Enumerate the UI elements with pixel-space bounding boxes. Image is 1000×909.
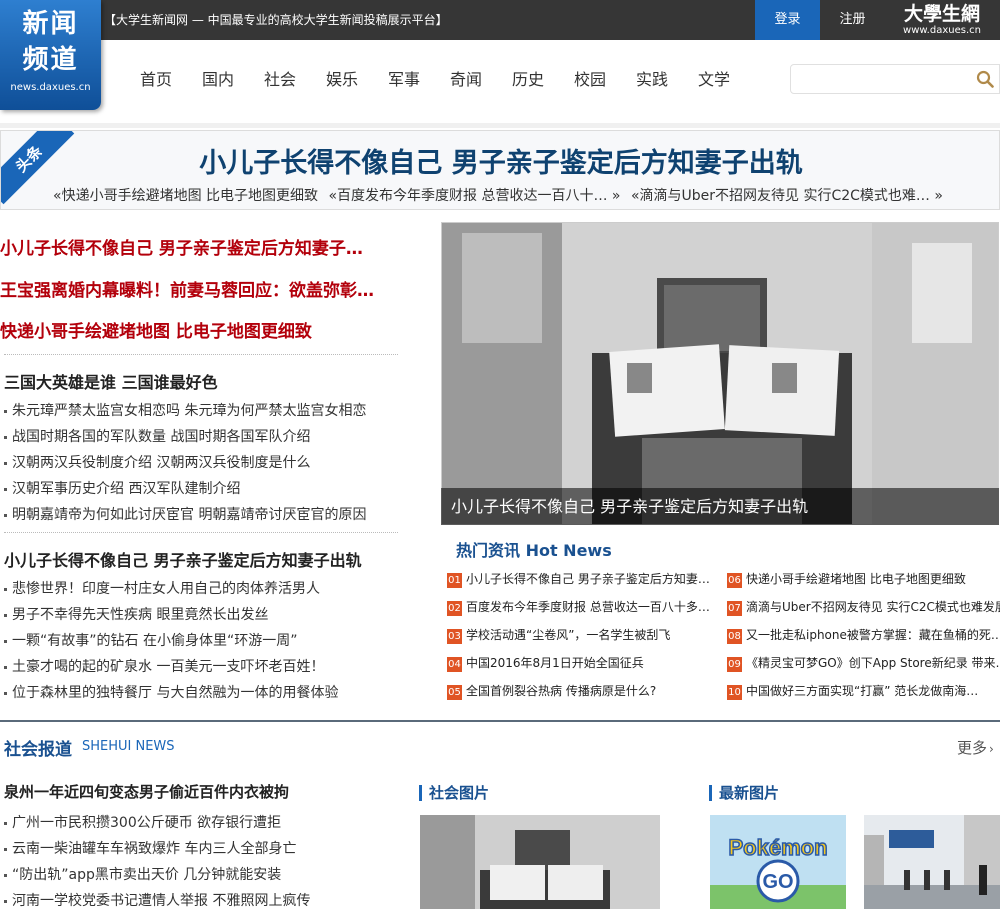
hot-news-item[interactable]: 10 中国做好三方面实现“打赢” 范长龙做南海… [727, 682, 978, 700]
headline-title[interactable]: 小儿子长得不像自己 男子亲子鉴定后方知妻子出轨 [1, 141, 999, 180]
society-pic-thumb[interactable] [420, 815, 660, 909]
featured-link[interactable]: 王宝强离婚内幕曝料！前妻马蓉回应：欲盖弥彰… [0, 276, 374, 301]
featured-photo[interactable] [441, 222, 999, 525]
divider [4, 354, 398, 355]
list-item[interactable]: 土豪才喝的起的矿泉水 一百美元一支吓坏老百姓！ [4, 656, 324, 676]
channel-logo[interactable]: 新闻 频道 news.daxues.cn [0, 0, 101, 110]
svg-text:GO: GO [762, 871, 793, 893]
list-item[interactable]: 位于森林里的独特餐厅 与大自然融为一体的用餐体验 [4, 682, 338, 702]
nav-military[interactable]: 军事 [373, 62, 435, 98]
pokemon-go-logo: Pokémon GO [710, 815, 846, 909]
pokemon-go-thumb[interactable]: Pokémon GO [710, 815, 846, 909]
list-item[interactable]: 汉朝两汉兵役制度介绍 汉朝两汉兵役制度是什么 [4, 452, 310, 472]
divider [4, 532, 398, 533]
hot-news-item[interactable]: 04 中国2016年8月1日开始全国征兵 [447, 654, 644, 672]
list-item[interactable]: 河南一学校党委书记遭情人举报 不雅照网上疯传 [4, 890, 310, 909]
list-item[interactable]: 广州一市民积攒300公斤硬币 欲存银行遭拒 [4, 812, 281, 832]
photo-illustration [864, 815, 1000, 909]
nav-oddities[interactable]: 奇闻 [435, 62, 497, 98]
list-item[interactable]: 朱元璋严禁太监宫女相恋吗 朱元璋为何严禁太监宫女相恋 [4, 400, 366, 420]
brand-url: www.daxues.cn [903, 25, 981, 36]
nav-history[interactable]: 历史 [497, 62, 559, 98]
shehui-title[interactable]: 社会报道 [4, 735, 72, 760]
login-button[interactable]: 登录 [755, 0, 820, 40]
photo-illustration [442, 223, 998, 524]
hot-news-item[interactable]: 08 又一批走私iphone被警方掌握：藏在鱼桶的死… [727, 626, 1000, 644]
shehui-title-en: SHEHUI NEWS [82, 739, 175, 754]
list-item[interactable]: 明朝嘉靖帝为何如此讨厌宦官 明朝嘉靖帝讨厌宦官的原因 [4, 504, 366, 524]
register-button[interactable]: 注册 [820, 0, 885, 40]
hot-news-item[interactable]: 01 小儿子长得不像自己 男子亲子鉴定后方知妻… [447, 570, 710, 588]
nav-entertainment[interactable]: 娱乐 [311, 62, 373, 98]
hot-news-item[interactable]: 02 百度发布今年季度财报 总营收达一百八十多… [447, 598, 710, 616]
section-title[interactable]: 三国大英雄是谁 三国谁最好色 [4, 369, 218, 393]
headline-sublink[interactable]: «快递小哥手绘避堵地图 比电子地图更细致 [53, 188, 318, 204]
brand-logo[interactable]: 大學生網 www.daxues.cn [892, 3, 992, 37]
logo-line1: 新闻 [22, 9, 79, 39]
list-item[interactable]: 汉朝军事历史介绍 西汉军队建制介绍 [4, 478, 240, 498]
hot-news-item[interactable]: 09 《精灵宝可梦GO》创下App Store新纪录 带来… [727, 654, 1000, 672]
nav-literature[interactable]: 文学 [683, 62, 745, 98]
headline-banner: 头条 小儿子长得不像自己 男子亲子鉴定后方知妻子出轨 «快递小哥手绘避堵地图 比… [0, 130, 1000, 210]
search-input[interactable] [799, 69, 969, 91]
chevron-right-icon: › [989, 742, 994, 756]
logo-url: news.daxues.cn [10, 82, 91, 93]
headline-sublinks: «快递小哥手绘避堵地图 比电子地图更细致 «百度发布今年季度财报 总营收达一百八… [53, 185, 949, 205]
nav-campus[interactable]: 校园 [559, 62, 621, 98]
nav-society[interactable]: 社会 [249, 62, 311, 98]
list-item[interactable]: 男子不幸得先天性疾病 眼里竟然长出发丝 [4, 604, 268, 624]
photo-caption[interactable]: 小儿子长得不像自己 男子亲子鉴定后方知妻子出轨 [441, 488, 999, 525]
shehui-lead[interactable]: 泉州一年近四旬变态男子偷近百件内衣被拘 [4, 781, 289, 802]
main-nav: 首页 国内 社会 娱乐 军事 奇闻 历史 校园 实践 文学 [125, 62, 745, 98]
search-icon[interactable] [976, 70, 994, 88]
list-item[interactable]: 悲惨世界！印度一村庄女人用自己的肉体养活男人 [4, 578, 320, 598]
logo-line2: 频道 [22, 45, 79, 75]
hot-news-item[interactable]: 07 滴滴与Uber不招网友待见 实行C2C模式也难发展 [727, 598, 1000, 616]
list-item[interactable]: 战国时期各国的军队数量 战国时期各国军队介绍 [4, 426, 310, 446]
hot-news-item[interactable]: 05 全国首例裂谷热病 传播病原是什么? [447, 682, 656, 700]
nav-practice[interactable]: 实践 [621, 62, 683, 98]
search-box [790, 64, 1000, 94]
hot-news-item[interactable]: 03 学校活动遇“尘卷风”，一名学生被刮飞 [447, 626, 670, 644]
list-item[interactable]: “防出轨”app黑市卖出天价 几分钟就能安装 [4, 864, 281, 884]
headline-sublink[interactable]: «百度发布今年季度财报 总营收达一百八十… » [328, 188, 620, 204]
site-tagline: 【大学生新闻网 — 中国最专业的高校大学生新闻投稿展示平台】 [104, 13, 448, 27]
featured-link[interactable]: 快递小哥手绘避堵地图 比电子地图更细致 [0, 317, 312, 342]
hot-news-item[interactable]: 06 快递小哥手绘避堵地图 比电子地图更细致 [727, 570, 966, 588]
section-title[interactable]: 小儿子长得不像自己 男子亲子鉴定后方知妻子出轨 [4, 547, 362, 571]
nav-home[interactable]: 首页 [125, 62, 187, 98]
more-link[interactable]: 更多 › [957, 737, 994, 758]
nav-divider [0, 123, 1000, 128]
list-item[interactable]: 一颗“有故事”的钻石 在小偷身体里“环游一周” [4, 630, 297, 650]
latest-pic-thumb[interactable] [864, 815, 1000, 909]
society-pics-title[interactable]: 社会图片 [419, 785, 489, 801]
list-item[interactable]: 云南一柴油罐车车祸致爆炸 车内三人全部身亡 [4, 838, 296, 858]
headline-sublink[interactable]: «滴滴与Uber不招网友待见 实行C2C模式也难… » [631, 188, 943, 204]
photo-illustration [420, 815, 660, 909]
svg-text:Pokémon: Pokémon [728, 835, 827, 860]
hot-news-title: 热门资讯 Hot News [456, 541, 612, 560]
latest-pics-title[interactable]: 最新图片 [709, 785, 779, 801]
section-divider [0, 720, 1000, 722]
brand-name: 大學生網 [903, 3, 980, 25]
nav-domestic[interactable]: 国内 [187, 62, 249, 98]
featured-link[interactable]: 小儿子长得不像自己 男子亲子鉴定后方知妻子… [0, 234, 363, 259]
